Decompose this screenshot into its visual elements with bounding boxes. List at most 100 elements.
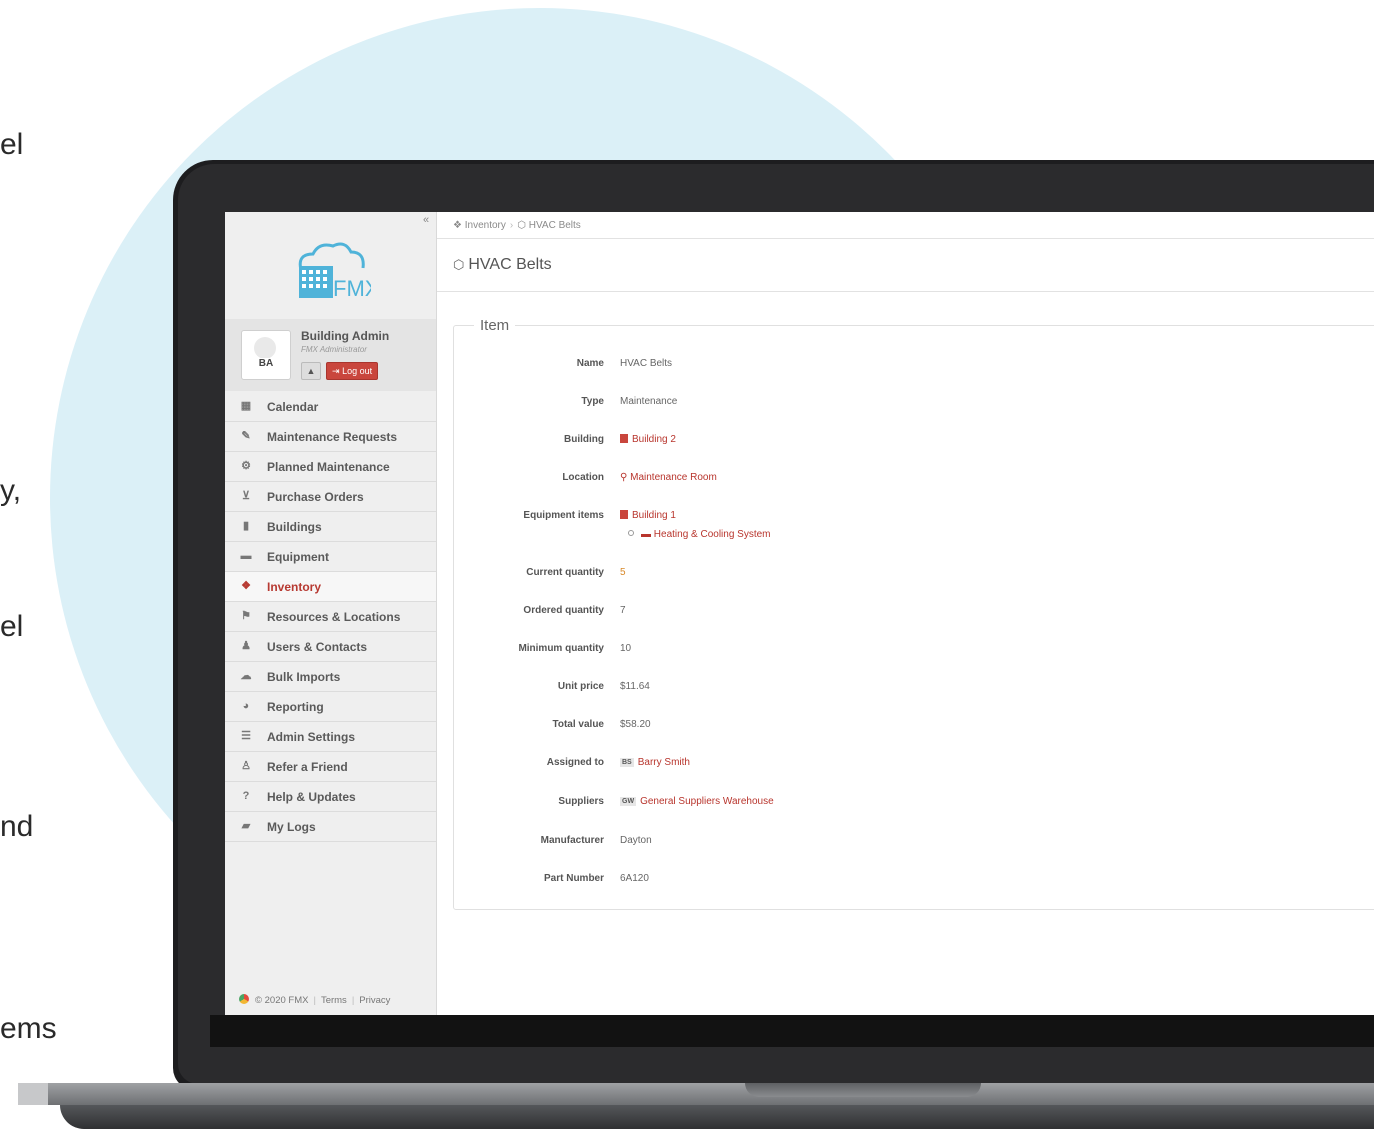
fmx-logo: FMX: [298, 242, 371, 301]
privacy-link[interactable]: Privacy: [359, 995, 390, 1006]
cube-icon: ⬡: [517, 220, 526, 231]
book-icon: ▰: [241, 820, 251, 832]
sidebar-item-calendar[interactable]: ▦ Calendar: [225, 392, 436, 422]
field-type: Type Maintenance: [454, 396, 1374, 412]
field-building: Building Building 2: [454, 434, 1374, 450]
calendar-icon: ▦: [240, 400, 252, 412]
field-value: Maintenance: [620, 396, 678, 407]
field-label: Minimum quantity: [518, 643, 604, 654]
location-link[interactable]: ⚲ Maintenance Room: [620, 472, 717, 483]
field-location: Location ⚲ Maintenance Room: [454, 472, 1374, 488]
sidebar-nav: ▦ Calendar ✎ Maintenance Requests ⚙ Planned…: [225, 392, 436, 842]
pie-chart-icon: ◕: [242, 700, 250, 712]
sidebar-item-label: Users & Contacts: [267, 640, 368, 654]
background-text-2: y,: [0, 474, 22, 507]
laptop-screen: « FMX BA Building Admin FMX Administrato…: [225, 212, 1374, 1015]
sidebar-item-label: Bulk Imports: [267, 670, 341, 684]
sidebar-item-buildings[interactable]: ▮ Buildings: [225, 512, 436, 542]
gears-icon: ⚙: [241, 460, 251, 472]
field-label: Suppliers: [558, 796, 604, 807]
supplier-link[interactable]: GW General Suppliers Warehouse: [620, 796, 774, 807]
sidebar-item-planned-maintenance[interactable]: ⚙ Planned Maintenance: [225, 452, 436, 482]
field-label: Unit price: [557, 681, 604, 692]
cubes-icon: ❖: [241, 580, 251, 592]
supplier-name: General Suppliers Warehouse: [640, 796, 774, 807]
equipment-building-link[interactable]: Building 1: [620, 510, 676, 521]
sidebar-item-resources-locations[interactable]: ⚑ Resources & Locations: [225, 602, 436, 632]
logout-label: Log out: [342, 366, 373, 376]
field-label: Total value: [552, 719, 605, 730]
briefcase-icon: ▬: [641, 529, 651, 540]
building-icon: [620, 434, 628, 443]
bullet: [628, 530, 634, 536]
laptop-base: [0, 1083, 1374, 1129]
sliders-icon: ☰: [241, 730, 251, 742]
sidebar-item-help-updates[interactable]: ? Help & Updates: [225, 782, 436, 812]
laptop-bezel-bottom: [210, 1015, 1374, 1047]
users-icon: ♟: [241, 640, 251, 652]
sidebar: « FMX BA Building Admin FMX Administrato…: [225, 212, 437, 1015]
item-fieldset: Item Name HVAC Belts Type Maintenance Buil…: [453, 317, 1374, 910]
collapse-sidebar-button[interactable]: «: [423, 214, 429, 226]
avatar-silhouette: [254, 337, 276, 359]
breadcrumb: ❖ Inventory › ⬡ HVAC Belts: [453, 220, 581, 231]
sidebar-item-purchase-orders[interactable]: ⊻ Purchase Orders: [225, 482, 436, 512]
fmx-pie-icon: [239, 994, 249, 1004]
copyright: © 2020 FMX: [255, 995, 309, 1006]
field-label: Current quantity: [526, 567, 604, 578]
field-equipment-items: Equipment items Building 1 ▬ Heating & C…: [454, 510, 1374, 550]
field-value: $58.20: [620, 719, 651, 730]
background-text-3: el: [0, 610, 24, 643]
sidebar-item-maintenance-requests[interactable]: ✎ Maintenance Requests: [225, 422, 436, 452]
sidebar-item-users-contacts[interactable]: ♟ Users & Contacts: [225, 632, 436, 662]
sidebar-item-refer-a-friend[interactable]: ♙ Refer a Friend: [225, 752, 436, 782]
divider: [437, 291, 1374, 292]
briefcase-icon: ▬: [240, 550, 252, 562]
laptop-base-bottom: [60, 1105, 1374, 1129]
user-name: Building Admin: [301, 329, 390, 343]
cubes-icon: ❖: [453, 220, 462, 231]
field-label: Assigned to: [546, 757, 604, 768]
sidebar-item-label: Planned Maintenance: [267, 460, 390, 474]
notifications-button[interactable]: ▲: [301, 362, 321, 380]
sidebar-item-inventory[interactable]: ❖ Inventory: [225, 572, 436, 602]
sidebar-item-equipment[interactable]: ▬ Equipment: [225, 542, 436, 572]
sidebar-item-label: Admin Settings: [267, 730, 356, 744]
supplier-initials: GW: [620, 797, 637, 806]
field-label: Building: [564, 434, 604, 445]
assignee-link[interactable]: BS Barry Smith: [620, 757, 690, 768]
avatar: BA: [241, 330, 291, 380]
field-unit-price: Unit price $11.64: [454, 681, 1374, 697]
sidebar-item-admin-settings[interactable]: ☰ Admin Settings: [225, 722, 436, 752]
sidebar-item-label: Inventory: [267, 580, 322, 594]
sidebar-item-bulk-imports[interactable]: ☁ Bulk Imports: [225, 662, 436, 692]
divider: [437, 238, 1374, 239]
field-label: Manufacturer: [540, 835, 604, 846]
sidebar-item-label: Help & Updates: [267, 790, 356, 804]
page-title-text: HVAC Belts: [468, 256, 552, 273]
equipment-system-text: Heating & Cooling System: [653, 529, 771, 540]
breadcrumb-inventory-link[interactable]: Inventory: [465, 220, 506, 231]
sidebar-item-label: Equipment: [267, 550, 329, 564]
equipment-system-link[interactable]: ▬ Heating & Cooling System: [641, 529, 771, 540]
cart-icon: ⊻: [241, 490, 251, 502]
user-profile-panel: BA Building Admin FMX Administrator ▲ ⇥ …: [225, 319, 436, 391]
building-link[interactable]: Building 2: [620, 434, 676, 445]
cloud-upload-icon: ☁: [240, 670, 252, 682]
field-label: Location: [562, 472, 604, 483]
terms-link[interactable]: Terms: [321, 995, 347, 1006]
sidebar-item-label: Refer a Friend: [267, 760, 348, 774]
field-total-value: Total value $58.20: [454, 719, 1374, 735]
laptop-hinge-notch: [745, 1083, 981, 1097]
flag-icon: ⚑: [241, 610, 251, 622]
sidebar-item-reporting[interactable]: ◕ Reporting: [225, 692, 436, 722]
field-minimum-quantity: Minimum quantity 10: [454, 643, 1374, 659]
laptop-base-lip: [18, 1083, 48, 1105]
breadcrumb-current: HVAC Belts: [528, 220, 581, 231]
question-icon: ?: [242, 790, 250, 802]
page-title: ⬡ HVAC Belts: [453, 256, 552, 274]
background-text-4: nd: [0, 810, 34, 843]
logout-button[interactable]: ⇥ Log out: [326, 362, 379, 380]
sidebar-item-my-logs[interactable]: ▰ My Logs: [225, 812, 436, 842]
assignee-name: Barry Smith: [637, 757, 690, 768]
